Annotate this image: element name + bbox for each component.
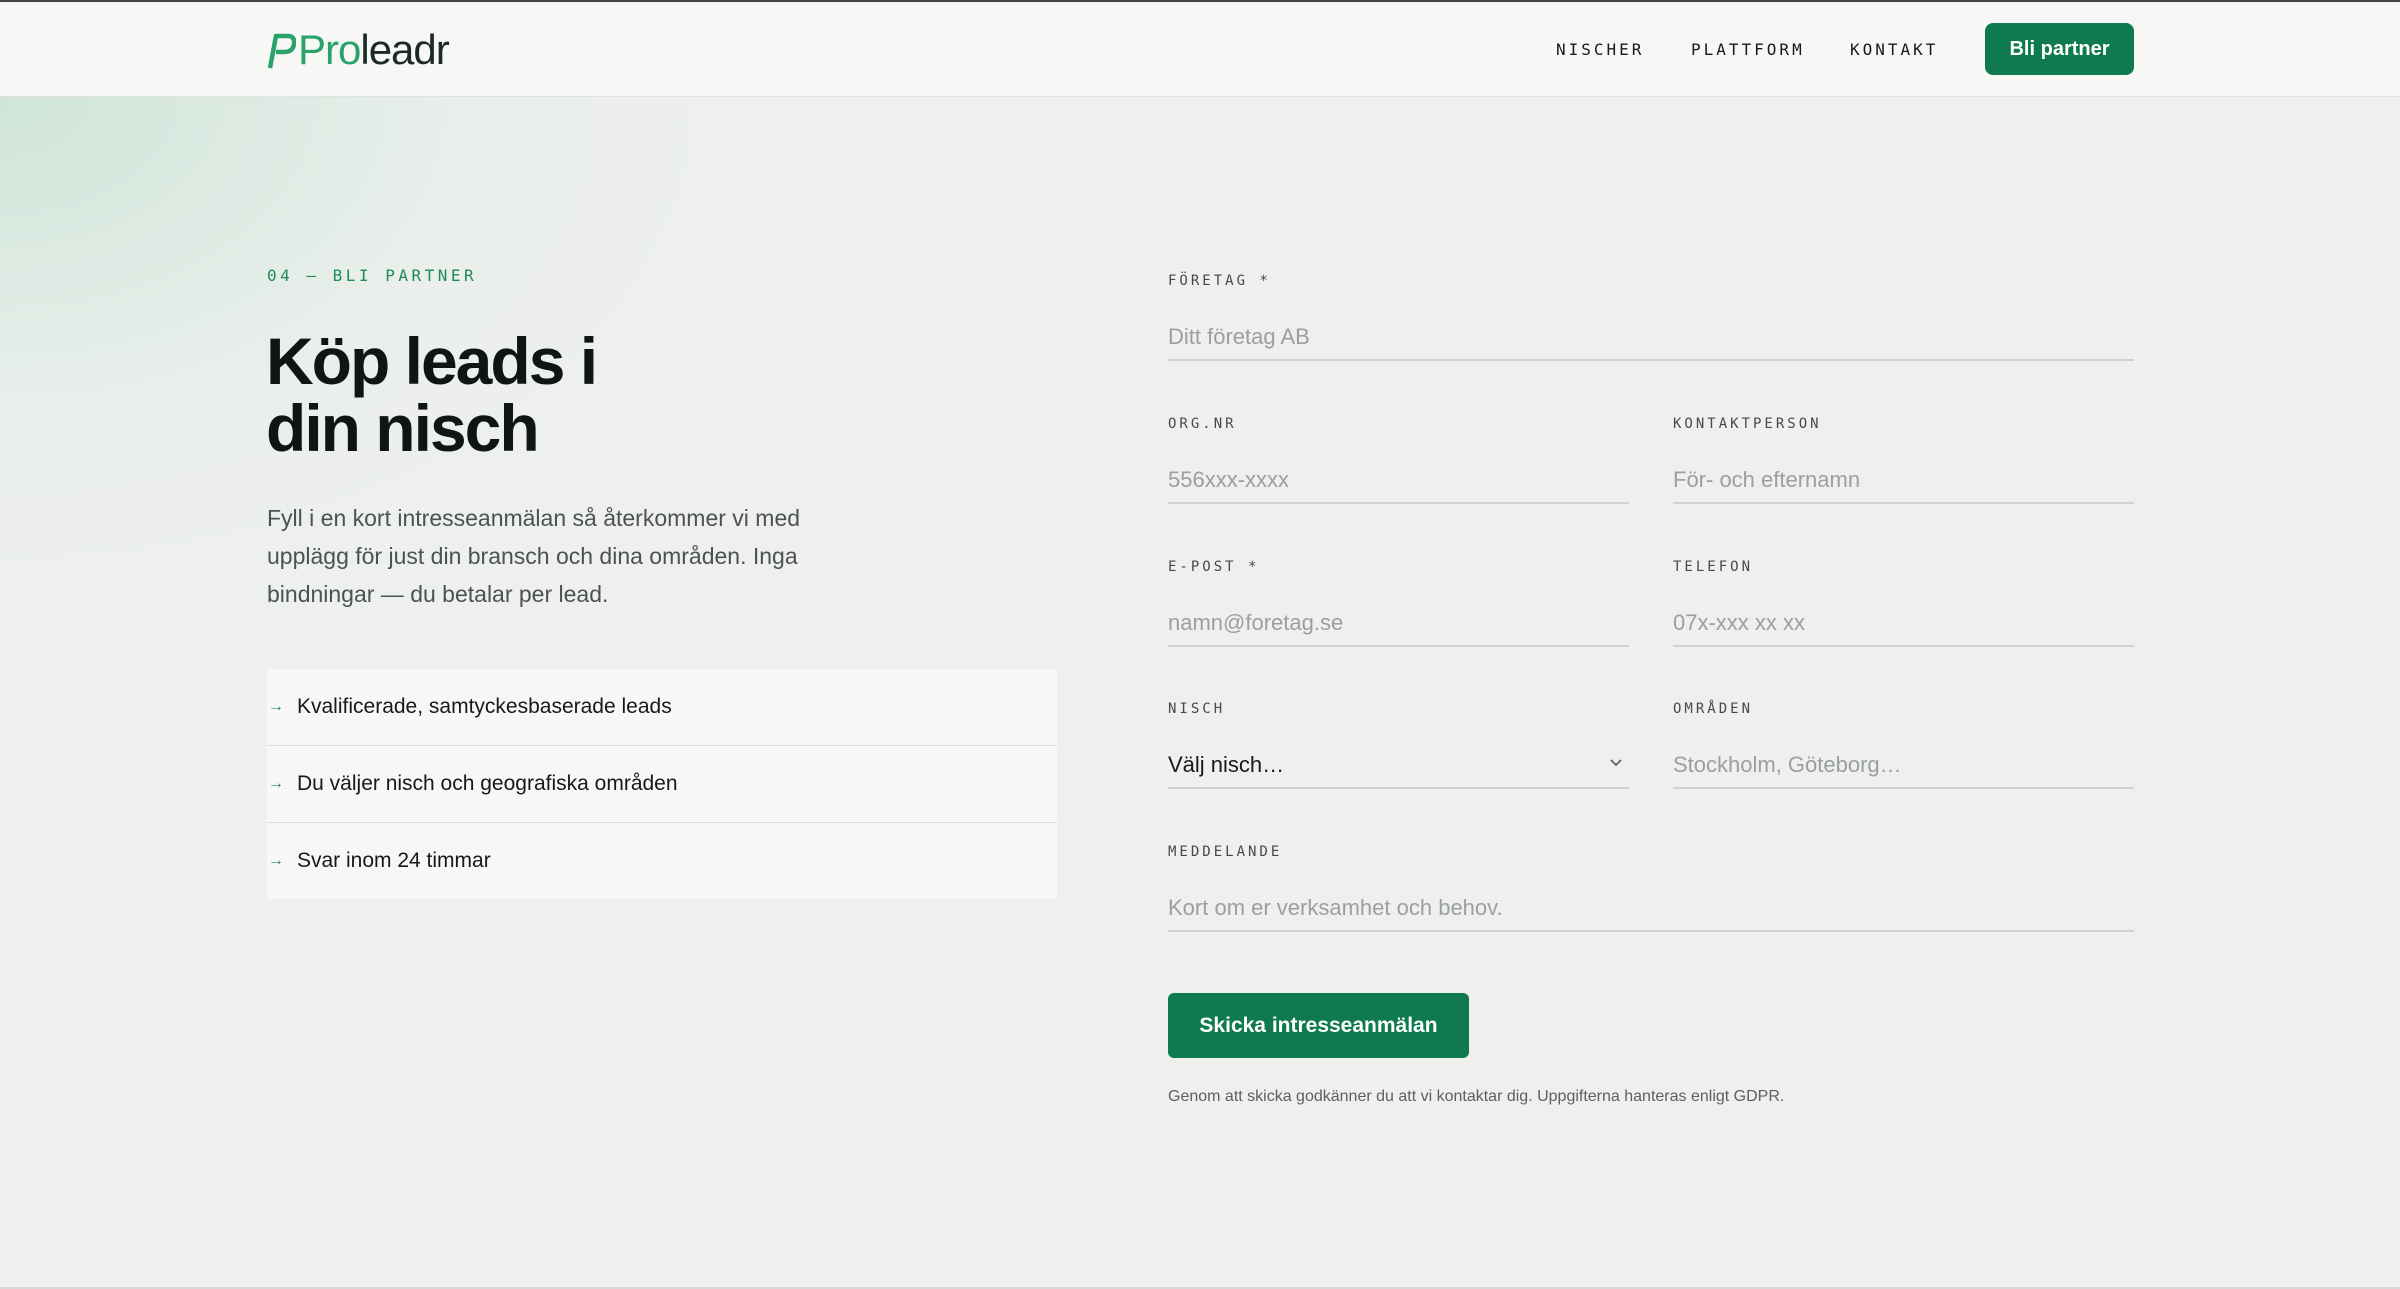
nav-link-nischer[interactable]: NISCHER bbox=[1556, 40, 1644, 59]
hero-description: Fyll i en kort intresseanmälan så återko… bbox=[267, 505, 801, 607]
page-title-line-2: din nisch bbox=[266, 391, 540, 465]
message-field: MEDDELANDE Kort om er verksamhet och beh… bbox=[1168, 844, 2134, 932]
arrow-right-icon: → bbox=[268, 698, 284, 715]
arrow-right-icon: → bbox=[268, 775, 284, 792]
phone-label: TELEFON bbox=[1673, 559, 1754, 575]
areas-label: OMRÅDEN bbox=[1673, 701, 1754, 717]
site-header: Pro leadr NISCHER PLATTFORM KONTAKT Bli p… bbox=[0, 2, 2400, 97]
company-field: FÖRETAG * Ditt företag AB bbox=[1168, 273, 2134, 361]
logo-text-pro: Pro bbox=[298, 26, 361, 73]
logo[interactable]: Pro leadr bbox=[266, 26, 450, 74]
areas-input[interactable]: Stockholm, Göteborg… bbox=[1673, 743, 2134, 789]
contact-input[interactable]: För- och efternamn bbox=[1673, 458, 2134, 504]
feature-text: Svar inom 24 timmar bbox=[297, 849, 491, 872]
email-input[interactable]: namn@foretag.se bbox=[1168, 601, 1629, 647]
arrow-right-icon: → bbox=[268, 852, 284, 869]
orgnr-label: ORG.NR bbox=[1168, 416, 1237, 432]
feature-item: → Kvalificerade, samtyckesbaserade leads bbox=[267, 669, 1057, 746]
niche-select[interactable]: Välj nisch… bbox=[1168, 743, 1629, 789]
page-title-line-1: Köp leads i bbox=[266, 324, 598, 398]
phone-input[interactable]: 07x-xxx xx xx bbox=[1673, 601, 2134, 647]
page-title: Köp leads i din nisch bbox=[266, 328, 866, 462]
contact-label: KONTAKTPERSON bbox=[1673, 416, 1822, 432]
section-eyebrow: 04 — BLI PARTNER bbox=[267, 266, 478, 285]
gdpr-consent-text: Genom att skicka godkänner du att vi kon… bbox=[1168, 1088, 1785, 1105]
nav-link-plattform[interactable]: PLATTFORM bbox=[1691, 40, 1805, 59]
company-input[interactable]: Ditt företag AB bbox=[1168, 315, 2134, 361]
logo-text-leadr: leadr bbox=[360, 26, 449, 73]
feature-text: Kvalificerade, samtyckesbaserade leads bbox=[297, 695, 672, 718]
niche-label: NISCH bbox=[1168, 701, 1226, 717]
nav-link-kontakt[interactable]: KONTAKT bbox=[1850, 40, 1938, 59]
phone-field: TELEFON 07x-xxx xx xx bbox=[1673, 559, 2134, 647]
submit-button[interactable]: Skicka intresseanmälan bbox=[1168, 993, 1469, 1058]
orgnr-field: ORG.NR 556xxx-xxxx bbox=[1168, 416, 1629, 504]
company-label: FÖRETAG * bbox=[1168, 273, 1271, 289]
feature-item: → Svar inom 24 timmar bbox=[267, 823, 1057, 899]
niche-field: NISCH Välj nisch… bbox=[1168, 701, 1629, 789]
message-label: MEDDELANDE bbox=[1168, 844, 1283, 860]
feature-list: → Kvalificerade, samtyckesbaserade leads… bbox=[267, 669, 1057, 899]
bli-partner-button[interactable]: Bli partner bbox=[1985, 23, 2134, 75]
areas-field: OMRÅDEN Stockholm, Göteborg… bbox=[1673, 701, 2134, 789]
niche-select-value: Välj nisch… bbox=[1168, 752, 1285, 777]
orgnr-input[interactable]: 556xxx-xxxx bbox=[1168, 458, 1629, 504]
chevron-down-icon bbox=[1610, 759, 1622, 767]
contact-field: KONTAKTPERSON För- och efternamn bbox=[1673, 416, 2134, 504]
message-textarea[interactable]: Kort om er verksamhet och behov. bbox=[1168, 886, 2134, 932]
email-field: E-POST * namn@foretag.se bbox=[1168, 559, 1629, 647]
feature-item: → Du väljer nisch och geografiska område… bbox=[267, 746, 1057, 823]
email-label: E-POST * bbox=[1168, 559, 1260, 575]
feature-text: Du väljer nisch och geografiska områden bbox=[297, 772, 678, 795]
logo-icon bbox=[267, 33, 296, 69]
